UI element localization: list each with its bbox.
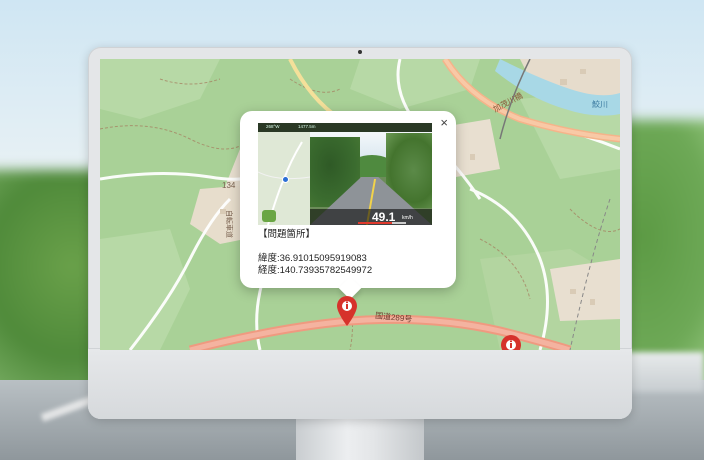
longitude-text: 経度:140.73935782549972 [258, 265, 373, 276]
monitor-chin [88, 348, 632, 419]
camera-icon [358, 50, 362, 54]
location-dot-icon [282, 176, 289, 183]
latitude-text: 緯度:36.91015095919083 [258, 253, 367, 264]
thumb-minimap [258, 132, 310, 225]
issue-pin-icon[interactable] [499, 334, 523, 350]
thumb-altitude: 1477.5m [298, 124, 316, 129]
thumb-status-bar: 268°W 1477.5m [258, 123, 432, 132]
map-button-icon [262, 210, 276, 222]
dashcam-thumbnail[interactable]: 268°W 1477.5m 49.1 km/h [258, 123, 432, 225]
map-label-cycle-road: 自転車道 [225, 210, 232, 238]
thumb-heading: 268°W [266, 124, 280, 129]
issue-pin-icon[interactable] [335, 295, 359, 327]
map-label-river: 鮫川 [592, 100, 608, 109]
monitor-stand [296, 419, 424, 460]
map-view[interactable]: 134 自転車道 加茂川橋 鮫川 国道289号 × 268°W 1477.5m [100, 59, 620, 350]
info-popup: × 268°W 1477.5m 49.1 km/h 【問題箇所】 緯度:36.9… [240, 111, 456, 288]
map-label-route-number: 134 [222, 181, 236, 190]
popup-title: 【問題箇所】 [258, 229, 316, 240]
popup-text: 【問題箇所】 緯度:36.91015095919083 経度:140.73935… [258, 229, 372, 277]
speed-unit: km/h [402, 215, 413, 221]
monitor: 134 自転車道 加茂川橋 鮫川 国道289号 × 268°W 1477.5m [88, 47, 632, 419]
close-icon[interactable]: × [440, 116, 448, 130]
playback-progress [358, 222, 406, 224]
